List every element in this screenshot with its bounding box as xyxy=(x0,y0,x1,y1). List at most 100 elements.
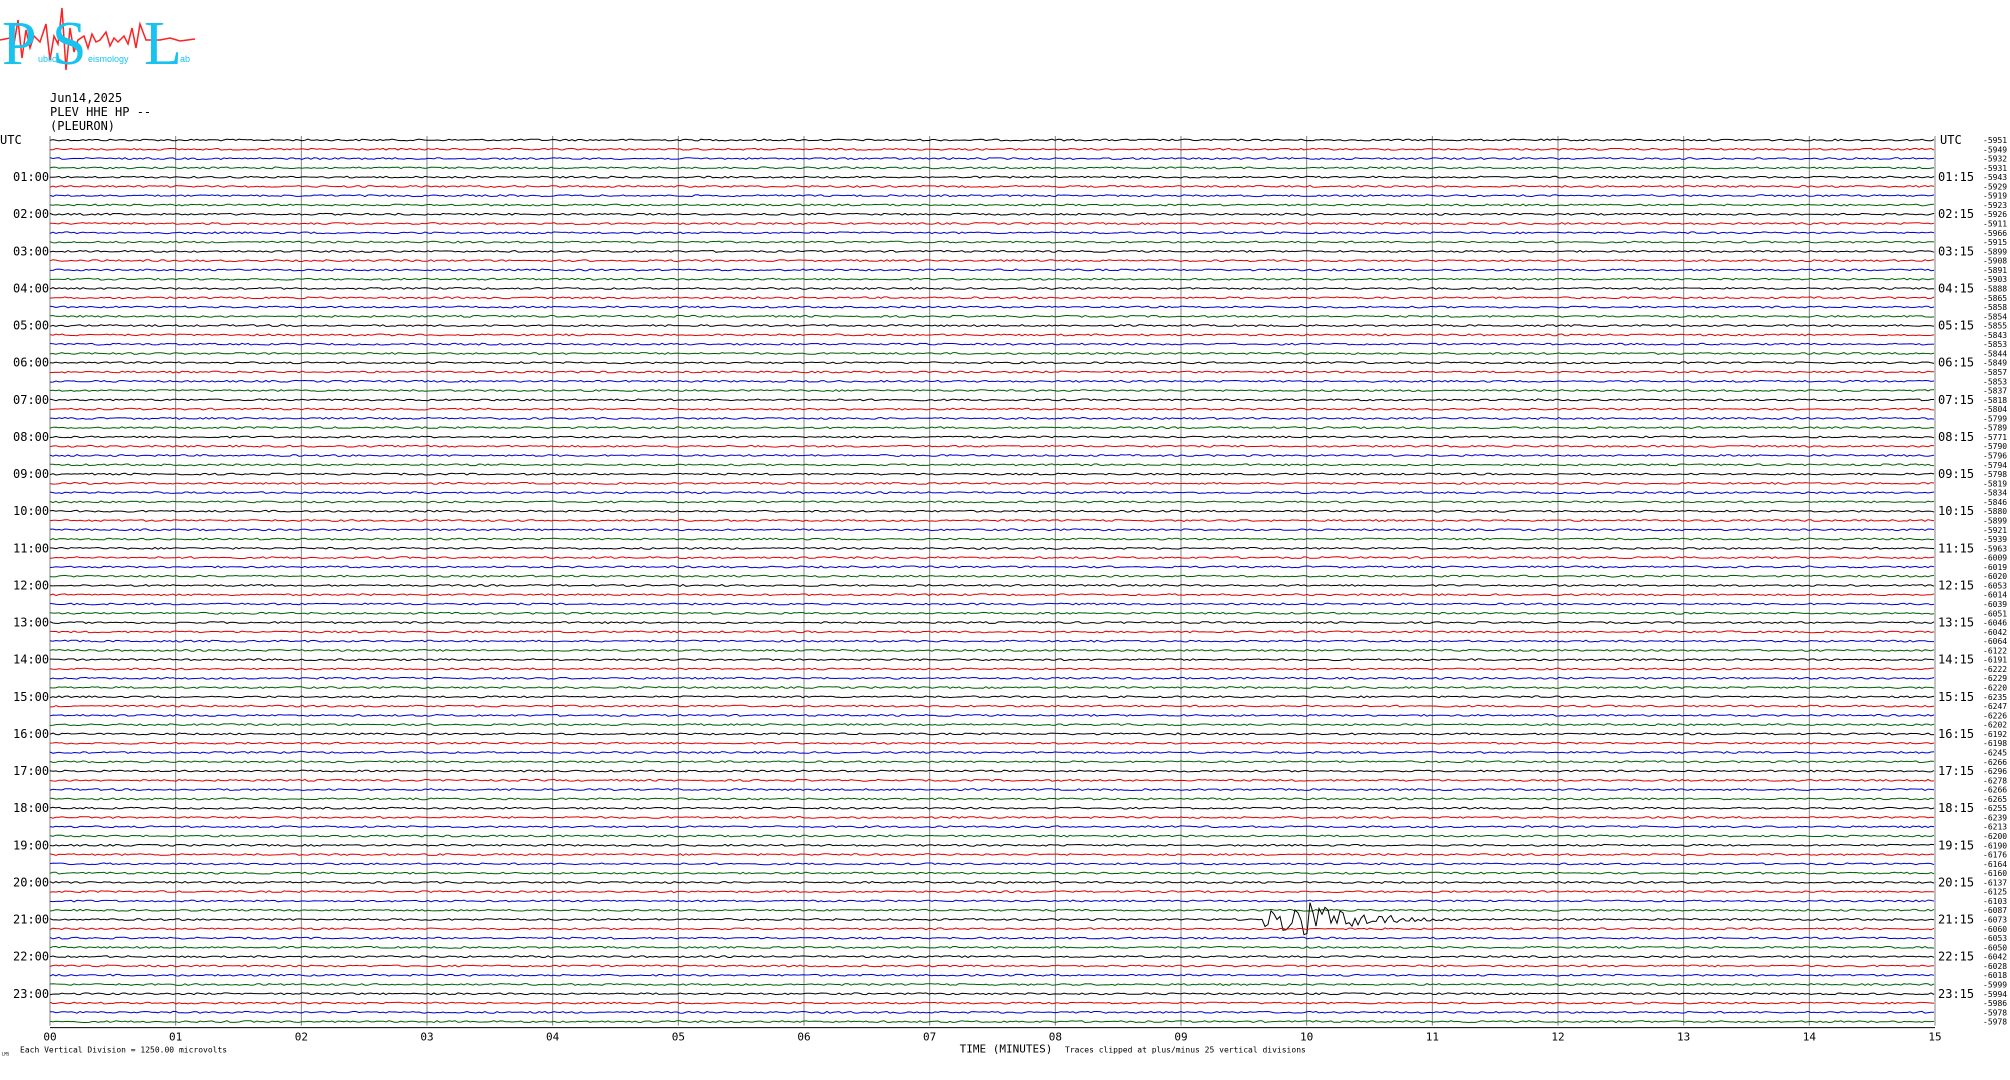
trace-row xyxy=(49,741,1935,745)
trace-row xyxy=(49,1001,1935,1005)
helicorder-plot: -5951-5949-5932-5931-5943-5929-5919-5923… xyxy=(0,133,2007,1057)
trace-row xyxy=(49,797,1935,801)
trace-row xyxy=(49,194,1935,198)
row-offset-label: -5843 xyxy=(1983,331,2007,340)
trace-row xyxy=(49,249,1935,253)
trace-row xyxy=(49,416,1935,420)
row-offset-label: -5921 xyxy=(1983,526,2007,535)
row-offset-label: -6191 xyxy=(1983,656,2007,665)
trace-row xyxy=(49,574,1935,578)
left-hour-label: 12:00 xyxy=(13,578,49,592)
right-hour-label: 21:15 xyxy=(1938,913,1974,927)
right-hour-label: 08:15 xyxy=(1938,430,1974,444)
right-hour-label: 07:15 xyxy=(1938,393,1974,407)
trace-row xyxy=(49,296,1935,300)
row-offset-label: -5855 xyxy=(1983,322,2007,331)
left-hour-label: 16:00 xyxy=(13,727,49,741)
right-hour-label: 16:15 xyxy=(1938,727,1974,741)
row-offset-label: -6278 xyxy=(1983,776,2007,785)
right-hour-label: 09:15 xyxy=(1938,467,1974,481)
right-axis-title: UTC xyxy=(1940,133,1962,147)
left-hour-label: 02:00 xyxy=(13,207,49,221)
row-offset-label: -6050 xyxy=(1983,943,2007,952)
x-tick-label: 14 xyxy=(1803,1031,1817,1044)
trace-row xyxy=(49,908,1935,912)
row-offset-label: -5834 xyxy=(1983,489,2007,498)
row-offset-label: -5949 xyxy=(1983,145,2007,154)
trace-row xyxy=(49,983,1935,986)
row-offset-label: -6255 xyxy=(1983,804,2007,813)
trace-row xyxy=(49,435,1935,439)
trace-row xyxy=(49,853,1935,857)
row-offset-label: -5932 xyxy=(1983,155,2007,164)
row-offset-label: -5853 xyxy=(1983,340,2007,349)
row-offset-label: -5888 xyxy=(1983,284,2007,293)
trace-row xyxy=(49,778,1935,782)
row-offset-label: -6229 xyxy=(1983,674,2007,683)
row-offset-label: -6014 xyxy=(1983,591,2007,600)
row-offset-label: -5915 xyxy=(1983,238,2007,247)
left-hour-label: 06:00 xyxy=(13,356,49,370)
trace-row xyxy=(49,713,1935,717)
right-hour-label: 18:15 xyxy=(1938,801,1974,815)
row-offset-label: -6202 xyxy=(1983,721,2007,730)
trace-row xyxy=(49,212,1935,216)
row-offset-label: -6266 xyxy=(1983,758,2007,767)
trace-row xyxy=(49,667,1935,671)
trace-row xyxy=(49,361,1935,365)
row-offset-label: -5818 xyxy=(1983,396,2007,405)
right-hour-label: 15:15 xyxy=(1938,690,1974,704)
trace-row xyxy=(49,630,1935,634)
trace-row xyxy=(49,723,1935,727)
trace-row xyxy=(49,880,1935,884)
row-offset-label: -5899 xyxy=(1983,516,2007,525)
right-hour-label: 22:15 xyxy=(1938,950,1974,964)
row-offset-label: -6009 xyxy=(1983,554,2007,563)
trace-row xyxy=(49,992,1935,996)
row-offset-label: -6053 xyxy=(1983,934,2007,943)
trace-row xyxy=(49,902,1935,936)
row-offset-label: -5908 xyxy=(1983,257,2007,266)
row-offset-label: -5926 xyxy=(1983,210,2007,219)
trace-row xyxy=(49,890,1935,894)
trace-row xyxy=(49,370,1935,374)
right-hour-label: 06:15 xyxy=(1938,356,1974,370)
row-offset-label: -6247 xyxy=(1983,702,2007,711)
trace-row xyxy=(49,945,1935,949)
trace-row xyxy=(49,1020,1935,1024)
row-offset-label: -5939 xyxy=(1983,535,2007,544)
row-offset-label: -6222 xyxy=(1983,665,2007,674)
trace-row xyxy=(49,184,1935,188)
row-offset-label: -5799 xyxy=(1983,414,2007,423)
row-offset-label: -6266 xyxy=(1983,786,2007,795)
row-offset-label: -6028 xyxy=(1983,962,2007,971)
row-offset-label: -5794 xyxy=(1983,461,2007,470)
trace-row xyxy=(49,788,1935,792)
trace-row xyxy=(49,166,1935,170)
row-offset-label: -6060 xyxy=(1983,925,2007,934)
x-tick-label: 05 xyxy=(672,1031,685,1044)
row-offset-label: -6064 xyxy=(1983,637,2007,646)
row-offset-label: -5857 xyxy=(1983,368,2007,377)
trace-row xyxy=(49,899,1935,903)
row-offset-label: -6192 xyxy=(1983,730,2007,739)
right-hour-label: 12:15 xyxy=(1938,578,1974,592)
trace-row xyxy=(49,639,1934,643)
trace-row xyxy=(49,621,1935,625)
row-offset-label: -5999 xyxy=(1983,980,2007,989)
row-offset-label: -6198 xyxy=(1983,739,2007,748)
x-axis-title: TIME (MINUTES) xyxy=(960,1043,1053,1056)
row-offset-label: -6019 xyxy=(1983,563,2007,572)
trace-row xyxy=(49,147,1935,151)
trace-row xyxy=(49,342,1935,346)
trace-row xyxy=(49,751,1935,754)
left-hour-label: 07:00 xyxy=(13,393,49,407)
trace-row xyxy=(49,426,1935,430)
trace-row xyxy=(49,964,1935,968)
right-hour-label: 05:15 xyxy=(1938,319,1974,333)
x-tick-label: 11 xyxy=(1426,1031,1439,1044)
row-offset-label: -6046 xyxy=(1983,619,2007,628)
row-offset-label: -6296 xyxy=(1983,767,2007,776)
row-offset-label: -5798 xyxy=(1983,470,2007,479)
trace-row xyxy=(49,834,1935,838)
